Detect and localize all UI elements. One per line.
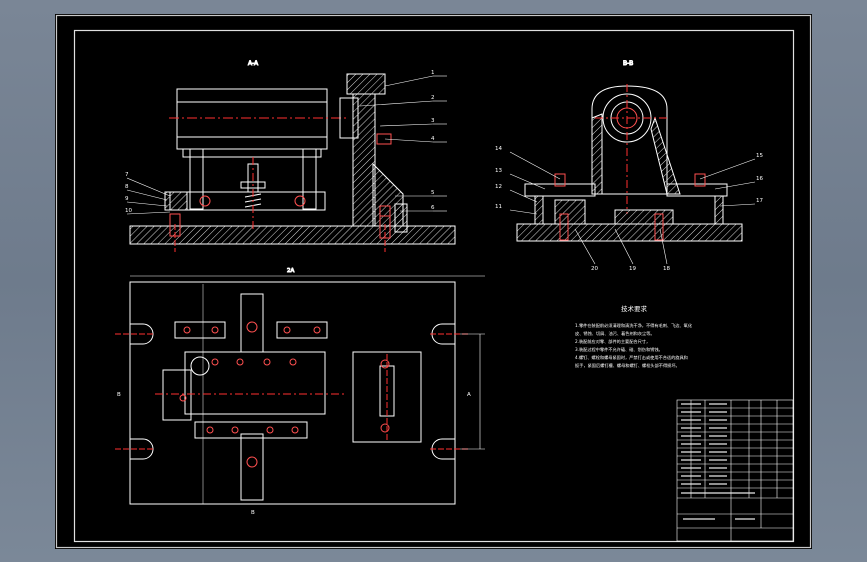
callout-1: 1 <box>431 70 435 76</box>
clamp-bar <box>169 191 326 211</box>
callout-6: 6 <box>431 205 435 211</box>
notes-title: 技术要求 <box>621 304 648 313</box>
note-line-2: 皮、锈蚀、切屑、油污、着色剂和灰尘等。 <box>575 330 655 337</box>
note-line-3: 2.装配前应对零、部件的主要配合尺寸， <box>575 338 650 345</box>
callout-11: 11 <box>495 204 502 210</box>
plan-mark-bottom: B <box>251 510 255 516</box>
callout-5: 5 <box>431 190 435 196</box>
note-line-6: 扳手，紧固后螺钉槽、螺母和螺钉、螺栓头部不得损坏。 <box>575 362 680 369</box>
support-column <box>352 93 376 227</box>
section-b-label: B-B <box>623 60 633 67</box>
plan-mark-left: B <box>117 392 121 398</box>
inner-frame <box>73 29 795 543</box>
plan-base-outline <box>129 281 456 505</box>
callout-4: 4 <box>431 136 435 142</box>
front-view: A-A <box>126 60 456 252</box>
callout-20: 20 <box>591 266 598 272</box>
side-base <box>516 223 743 242</box>
upper-block <box>176 88 328 150</box>
plan-workpiece <box>184 351 326 415</box>
cad-drawing: A-A 1 2 3 4 5 6 7 8 9 10 B-B 14 13 12 11… <box>55 14 812 549</box>
callout-12: 12 <box>495 184 502 190</box>
callout-13: 13 <box>495 168 502 174</box>
side-view: B-B <box>509 60 756 265</box>
callout-19: 19 <box>629 266 636 272</box>
drawing-sheet: A-A 1 2 3 4 5 6 7 8 9 10 B-B 14 13 12 11… <box>55 14 812 549</box>
callout-10: 10 <box>125 208 132 214</box>
plan-dimension: 2A <box>287 268 294 274</box>
callout-2: 2 <box>431 95 435 101</box>
callout-18: 18 <box>663 266 670 272</box>
callout-7: 7 <box>125 172 129 178</box>
title-block-text-marks <box>681 403 755 520</box>
callout-9: 9 <box>125 196 129 202</box>
section-a-label: A-A <box>248 60 259 67</box>
callout-14: 14 <box>495 146 502 152</box>
callout-8: 8 <box>125 184 129 190</box>
plan-mark-right: A <box>467 392 471 398</box>
note-line-5: 4.螺钉、螺栓和螺母紧固时，严禁打击或使用不合适的旋具和 <box>575 354 688 361</box>
technical-notes: 技术要求 1.零件在装配前必须清理和清洗干净，不得有毛刺、飞边、氧化 皮、锈蚀、… <box>575 304 693 369</box>
callout-17: 17 <box>756 198 763 204</box>
title-block <box>676 399 794 542</box>
callout-16: 16 <box>756 176 763 182</box>
note-line-1: 1.零件在装配前必须清理和清洗干净，不得有毛刺、飞边、氧化 <box>575 322 693 329</box>
note-line-4: 3.装配过程中零件不允许磕、碰、划伤和锈蚀。 <box>575 346 663 353</box>
plan-view: 2A <box>115 268 485 505</box>
callout-15: 15 <box>756 153 763 159</box>
plan-marks: B A B <box>117 392 471 516</box>
callout-3: 3 <box>431 118 435 124</box>
